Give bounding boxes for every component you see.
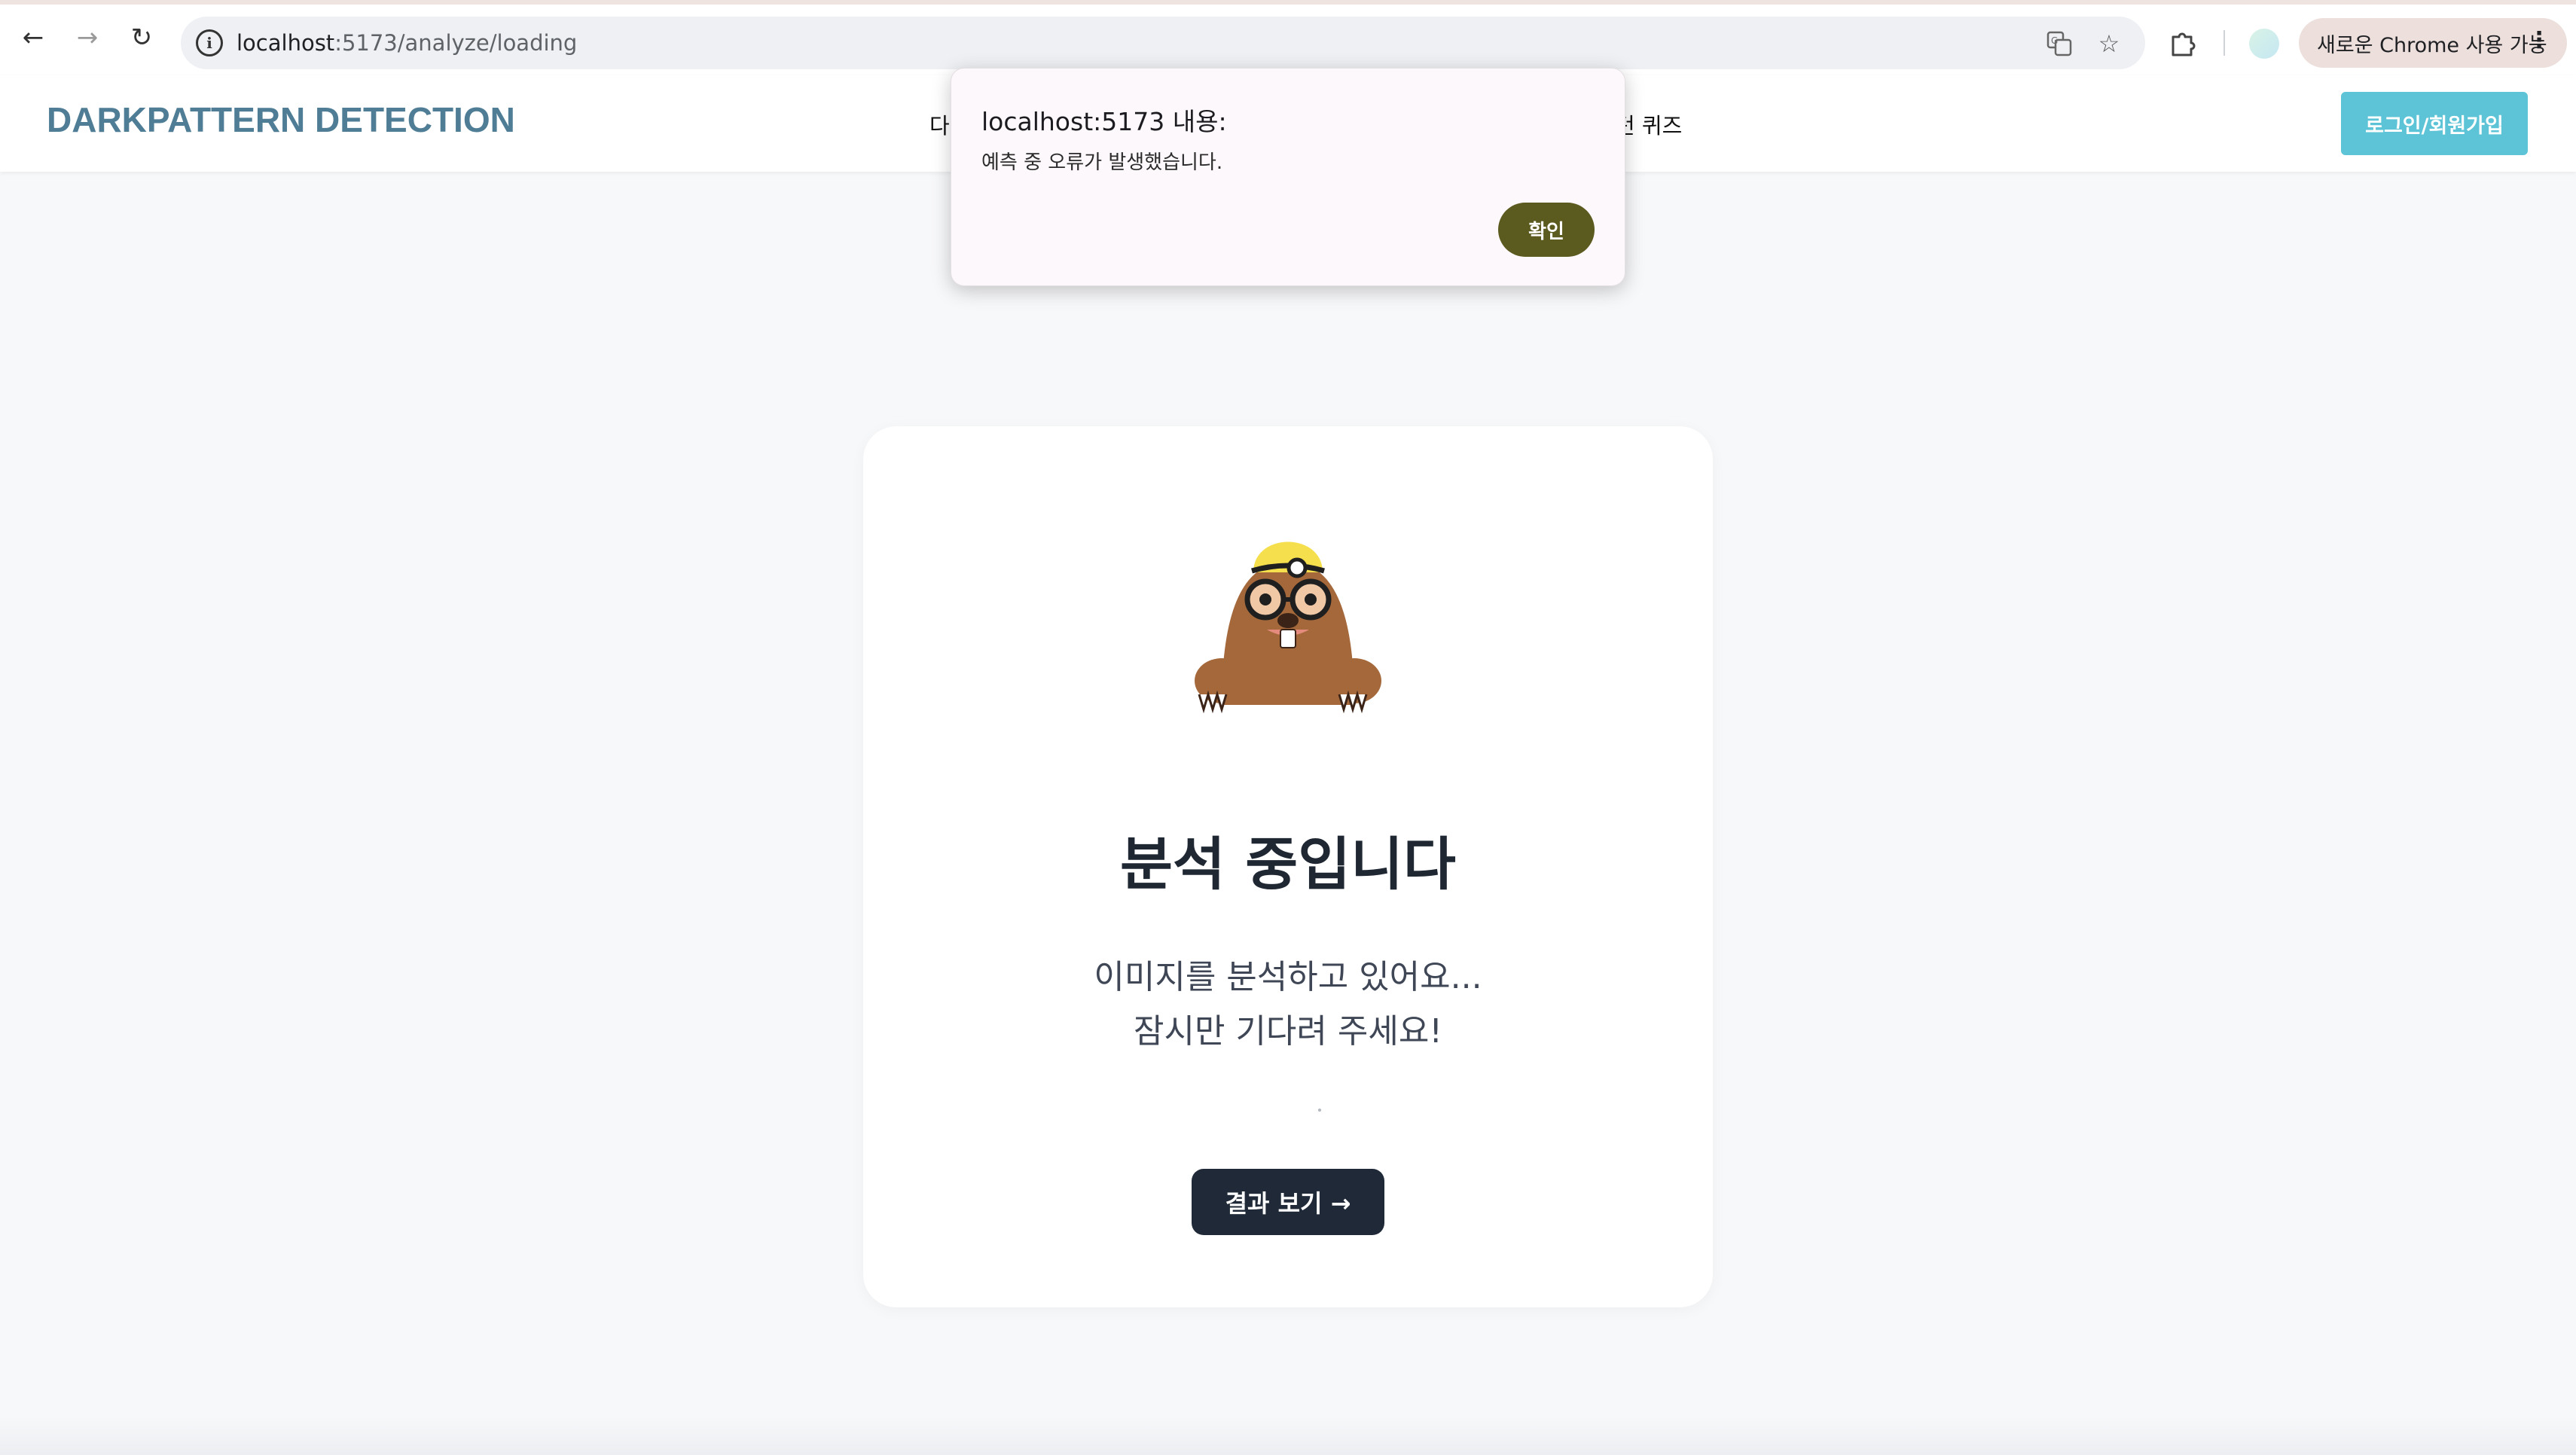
site-logo[interactable]: DARKPATTERN DETECTION bbox=[47, 99, 515, 140]
back-icon[interactable]: ← bbox=[14, 18, 53, 57]
dialog-title: localhost:5173 내용: bbox=[981, 107, 1227, 136]
page-bottom-edge bbox=[0, 1416, 2576, 1455]
url-text[interactable]: localhost:5173/analyze/loading bbox=[237, 27, 577, 59]
loading-indicator bbox=[1318, 1109, 1321, 1112]
loading-description: 이미지를 분석하고 있어요... 잠시만 기다려 주세요! bbox=[863, 950, 1713, 1059]
address-bar[interactable]: i localhost:5173/analyze/loading G ☆ bbox=[181, 17, 2145, 69]
nav-item-partial-left[interactable]: 다 bbox=[929, 108, 950, 140]
forward-icon[interactable]: → bbox=[68, 18, 107, 57]
translate-icon[interactable]: G bbox=[2044, 29, 2074, 59]
browser-toolbar: ← → ↻ i localhost:5173/analyze/loading G… bbox=[0, 0, 2576, 75]
chrome-update-button[interactable]: 새로운 Chrome 사용 가능 ⋮ bbox=[2299, 18, 2567, 68]
dialog-message: 예측 중 오류가 발생했습니다. bbox=[981, 151, 1223, 174]
dialog-ok-button[interactable]: 확인 bbox=[1498, 203, 1595, 257]
loading-title: 분석 중입니다 bbox=[1120, 831, 1456, 898]
profile-avatar[interactable] bbox=[2249, 29, 2279, 59]
site-info-icon[interactable]: i bbox=[196, 29, 223, 56]
reload-icon[interactable]: ↻ bbox=[122, 18, 161, 57]
extensions-icon[interactable] bbox=[2166, 27, 2198, 59]
more-menu-icon[interactable]: ⋮ bbox=[2528, 27, 2550, 53]
mole-mascot-icon bbox=[1195, 541, 1381, 714]
loading-desc-line-1: 이미지를 분석하고 있어요... bbox=[1094, 958, 1482, 996]
update-label: 새로운 Chrome 사용 가능 bbox=[2317, 33, 2547, 57]
view-result-button[interactable]: 결과 보기 → bbox=[1192, 1169, 1384, 1235]
loading-card: 분석 중입니다 이미지를 분석하고 있어요... 잠시만 기다려 주세요! 결과… bbox=[863, 426, 1713, 1307]
toolbar-divider bbox=[2223, 30, 2225, 56]
bookmark-star-icon[interactable]: ☆ bbox=[2094, 29, 2124, 59]
alert-dialog: localhost:5173 내용: 예측 중 오류가 발생했습니다. 확인 bbox=[951, 68, 1625, 286]
loading-desc-line-2: 잠시만 기다려 주세요! bbox=[1134, 1012, 1442, 1051]
login-signup-button[interactable]: 로그인/회원가입 bbox=[2341, 92, 2528, 155]
svg-text:G: G bbox=[2051, 35, 2058, 46]
